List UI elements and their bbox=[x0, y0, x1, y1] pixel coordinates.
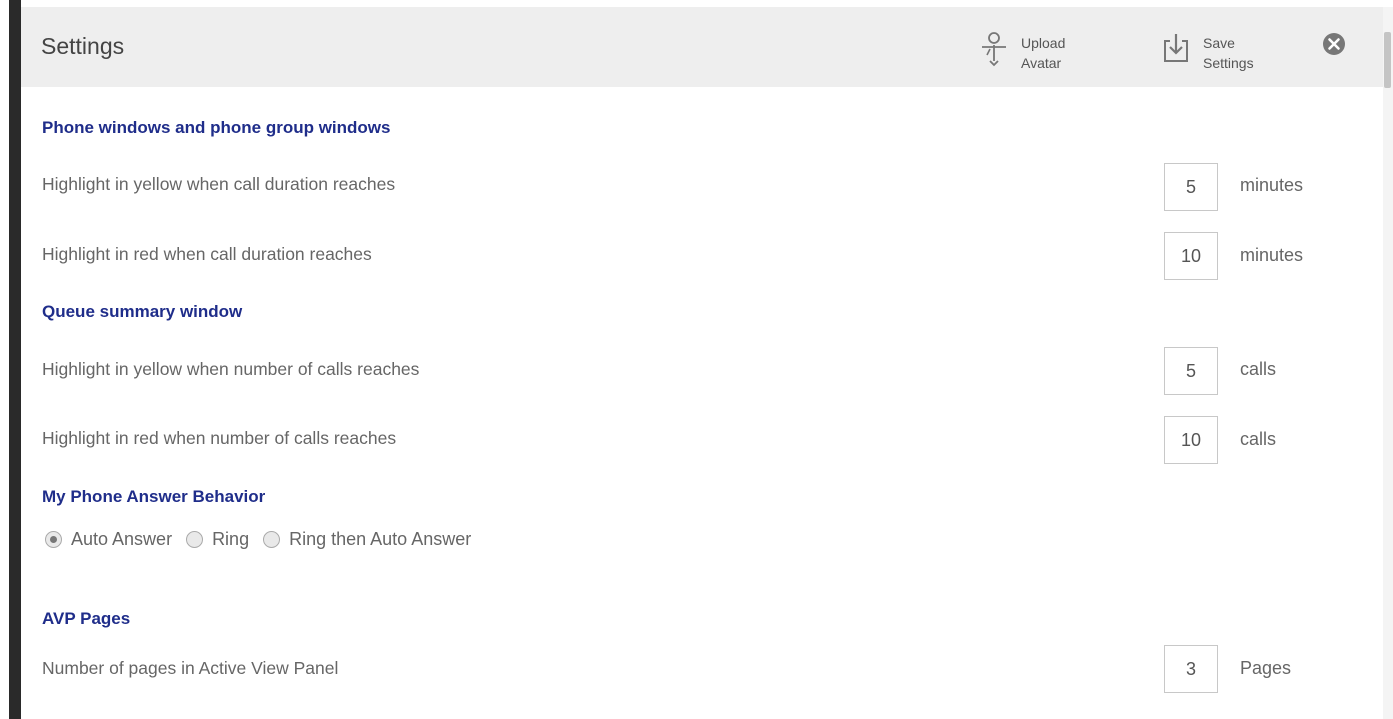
scrollbar-thumb[interactable] bbox=[1384, 32, 1391, 88]
radio-button[interactable] bbox=[263, 531, 281, 548]
section-title-avp-pages: AVP Pages bbox=[42, 609, 131, 628]
yellow-calls-unit: calls bbox=[1240, 359, 1277, 379]
save-arrow-icon bbox=[1164, 34, 1188, 62]
radio-auto-answer-label: Auto Answer bbox=[71, 529, 173, 549]
save-settings-button[interactable]: Save Settings bbox=[1161, 31, 1254, 75]
left-edge-bar bbox=[9, 0, 21, 719]
radio-ring-label: Ring bbox=[212, 529, 250, 549]
section-title-queue-summary: Queue summary window bbox=[42, 302, 243, 321]
page-title: Settings bbox=[41, 33, 125, 59]
avp-pages-input[interactable] bbox=[1164, 645, 1218, 693]
section-title-phone-windows: Phone windows and phone group windows bbox=[42, 118, 391, 137]
red-calls-label: Highlight in red when number of calls re… bbox=[42, 428, 397, 448]
radio-button-checked[interactable] bbox=[45, 531, 62, 548]
close-circle-icon[interactable] bbox=[1321, 31, 1347, 57]
radio-ring[interactable]: Ring bbox=[186, 529, 249, 550]
avp-pages-unit: Pages bbox=[1240, 658, 1292, 678]
section-title-answer-behavior: My Phone Answer Behavior bbox=[42, 487, 266, 506]
top-strip bbox=[0, 0, 1393, 7]
red-duration-label: Highlight in red when call duration reac… bbox=[42, 244, 372, 264]
avp-pages-label: Number of pages in Active View Panel bbox=[42, 658, 339, 678]
settings-window: Settings Upload Avatar Save Settings Pho… bbox=[0, 0, 1393, 719]
upload-avatar-label: Upload Avatar bbox=[1021, 31, 1065, 75]
settings-header: Settings Upload Avatar Save Settings bbox=[21, 7, 1383, 87]
red-calls-unit: calls bbox=[1240, 429, 1277, 449]
red-calls-input[interactable] bbox=[1164, 416, 1218, 464]
radio-button[interactable] bbox=[186, 531, 204, 548]
save-settings-label: Save Settings bbox=[1203, 31, 1254, 75]
yellow-duration-input[interactable] bbox=[1164, 163, 1218, 211]
yellow-calls-label: Highlight in yellow when number of calls… bbox=[42, 359, 420, 379]
radio-auto-answer[interactable]: Auto Answer bbox=[45, 529, 172, 550]
yellow-duration-label: Highlight in yellow when call duration r… bbox=[42, 174, 396, 194]
upload-avatar-line2: Avatar bbox=[1021, 55, 1062, 71]
yellow-duration-unit: minutes bbox=[1240, 175, 1304, 195]
person-upload-icon bbox=[982, 32, 1006, 67]
radio-ring-then-auto-answer-label: Ring then Auto Answer bbox=[289, 529, 472, 549]
answer-behavior-radio-group: Auto Answer Ring Ring then Auto Answer bbox=[45, 529, 485, 550]
radio-ring-then-auto-answer[interactable]: Ring then Auto Answer bbox=[263, 529, 471, 550]
upload-avatar-button[interactable]: Upload Avatar bbox=[979, 31, 1065, 75]
save-settings-line2: Settings bbox=[1203, 55, 1254, 71]
scrollbar-track[interactable] bbox=[1383, 7, 1393, 719]
red-duration-unit: minutes bbox=[1240, 245, 1304, 265]
yellow-calls-input[interactable] bbox=[1164, 347, 1218, 395]
red-duration-input[interactable] bbox=[1164, 232, 1218, 280]
